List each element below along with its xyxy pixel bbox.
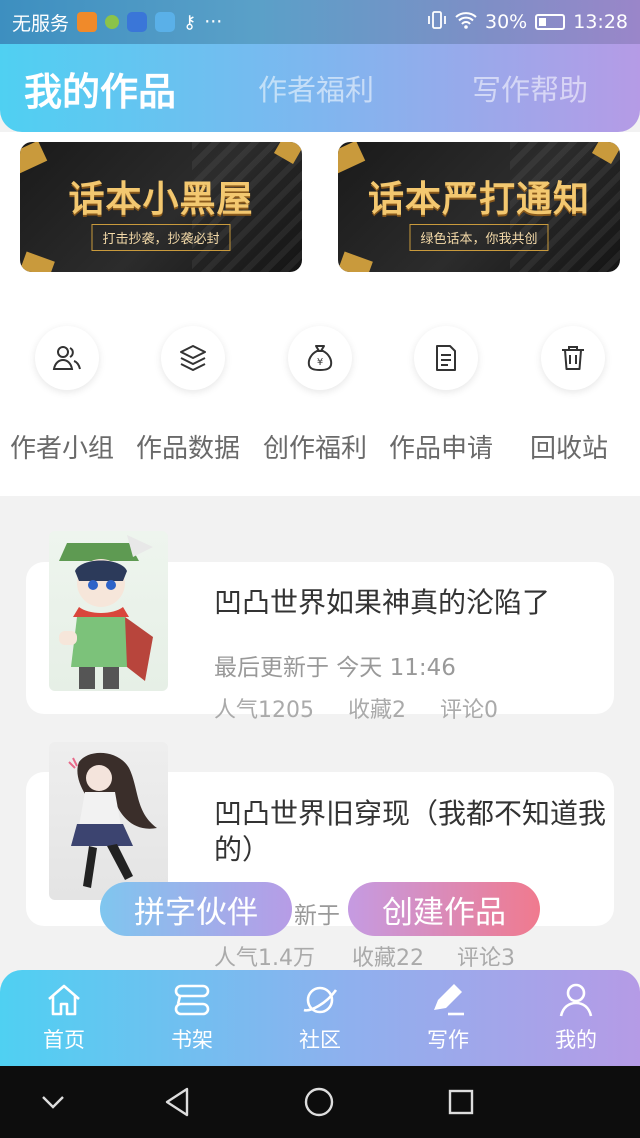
work-popularity: 人气1205 [214,698,314,723]
works-panel: 话本小黑屋 打击抄袭，抄袭必封 话本严打通知 绿色话本，你我共创 ¥ 作者小组 … [0,132,640,496]
nav-label: 社区 [299,1028,341,1052]
layers-icon [180,345,206,371]
banner-crackdown[interactable]: 话本严打通知 绿色话本，你我共创 [338,142,620,272]
back-icon[interactable] [162,1086,192,1118]
status-bar: 无服务 ⚷ ··· 30% 13:28 [0,0,640,44]
nav-profile[interactable]: 我的 [512,970,640,1066]
battery-percent: 30% [485,11,528,33]
tab-writing-help[interactable]: 写作帮助 [472,44,588,132]
banner-title: 话本严打通知 [367,179,590,220]
people-icon [52,346,81,370]
shortcut-recycle-bin[interactable] [541,326,605,390]
work-favorites: 收藏2 [348,698,406,723]
system-nav-bar [0,1066,640,1138]
work-cover-image[interactable] [49,531,168,691]
work-comments: 评论0 [440,698,498,723]
work-title[interactable]: 凹凸世界如果神真的沦陷了 [214,585,550,621]
vibrate-icon [427,10,447,35]
svg-text:¥: ¥ [317,357,323,368]
banner-title: 话本小黑屋 [68,179,254,220]
anime-character-illustration [59,535,153,689]
anime-character-illustration [68,752,157,888]
collapse-icon[interactable] [40,1092,66,1112]
carrier-text: 无服务 [12,12,70,35]
work-comments: 评论3 [457,946,515,971]
nav-home[interactable]: 首页 [0,970,128,1066]
more-notifications-icon: ··· [204,11,223,33]
nav-bookshelf[interactable]: 书架 [128,970,256,1066]
shortcut-work-data[interactable] [161,326,225,390]
work-title-line1[interactable]: 凹凸世界旧穿现（我都不知道我 [214,796,606,832]
shortcut-label[interactable]: 作者小组 [10,428,114,465]
shortcut-author-group[interactable] [35,326,99,390]
tab-my-works[interactable]: 我的作品 [24,44,176,132]
recents-icon[interactable] [447,1088,475,1116]
nav-label: 写作 [427,1028,469,1052]
nav-label: 首页 [43,1028,85,1052]
shortcut-label[interactable]: 作品申请 [389,428,493,465]
shortcut-label[interactable]: 回收站 [530,428,608,465]
document-icon [436,345,456,371]
key-icon: ⚷ [183,11,197,33]
bookshelf-icon [174,984,210,1016]
nav-label: 书架 [171,1028,213,1052]
shortcut-label[interactable]: 创作福利 [263,428,367,465]
shortcut-labels: 作者小组 作品数据 创作福利 作品申请 回收站 [0,428,640,464]
shortcut-icons: ¥ [0,326,640,390]
banner-blackroom[interactable]: 话本小黑屋 打击抄袭，抄袭必封 [20,142,302,272]
work-title-line2[interactable]: 的） [214,832,270,868]
money-bag-icon: ¥ [307,345,333,372]
top-tab-bar: 我的作品 作者福利 写作帮助 [0,44,640,132]
nav-write[interactable]: 写作 [384,970,512,1066]
wifi-icon [455,11,477,34]
planet-icon [303,986,338,1014]
shortcut-label[interactable]: 作品数据 [136,428,240,465]
pen-icon [434,984,464,1016]
work-cover-image[interactable] [49,742,168,900]
work-updated-time: 最后更新于 今天 11:46 [214,655,456,681]
clock: 13:28 [573,11,628,33]
bottom-nav-bar: 首页 书架 社区 写作 我的 [0,970,640,1066]
writing-partner-button[interactable]: 拼字伙伴 [100,882,292,936]
home-icon [48,984,80,1016]
battery-icon [535,14,566,30]
user-icon [559,983,593,1017]
leaf-notification-icon [105,15,120,29]
nav-label: 我的 [555,1028,597,1052]
banner-subtitle: 打击抄袭，抄袭必封 [91,224,231,251]
tab-author-benefits[interactable]: 作者福利 [258,44,374,132]
browser-notification-icon [127,12,148,32]
work-updated-time: 新于 [294,903,340,929]
work-favorites: 收藏22 [352,946,424,971]
shortcut-creation-benefits[interactable]: ¥ [288,326,352,390]
create-work-button[interactable]: 创建作品 [348,882,540,936]
home-circle-icon[interactable] [303,1086,335,1118]
app-notification-icon [77,12,98,32]
nav-community[interactable]: 社区 [256,970,384,1066]
work-popularity: 人气1.4万 [214,946,315,971]
app2-notification-icon [155,12,176,32]
trash-icon [562,346,584,370]
banner-subtitle: 绿色话本，你我共创 [409,224,549,251]
shortcut-work-application[interactable] [414,326,478,390]
